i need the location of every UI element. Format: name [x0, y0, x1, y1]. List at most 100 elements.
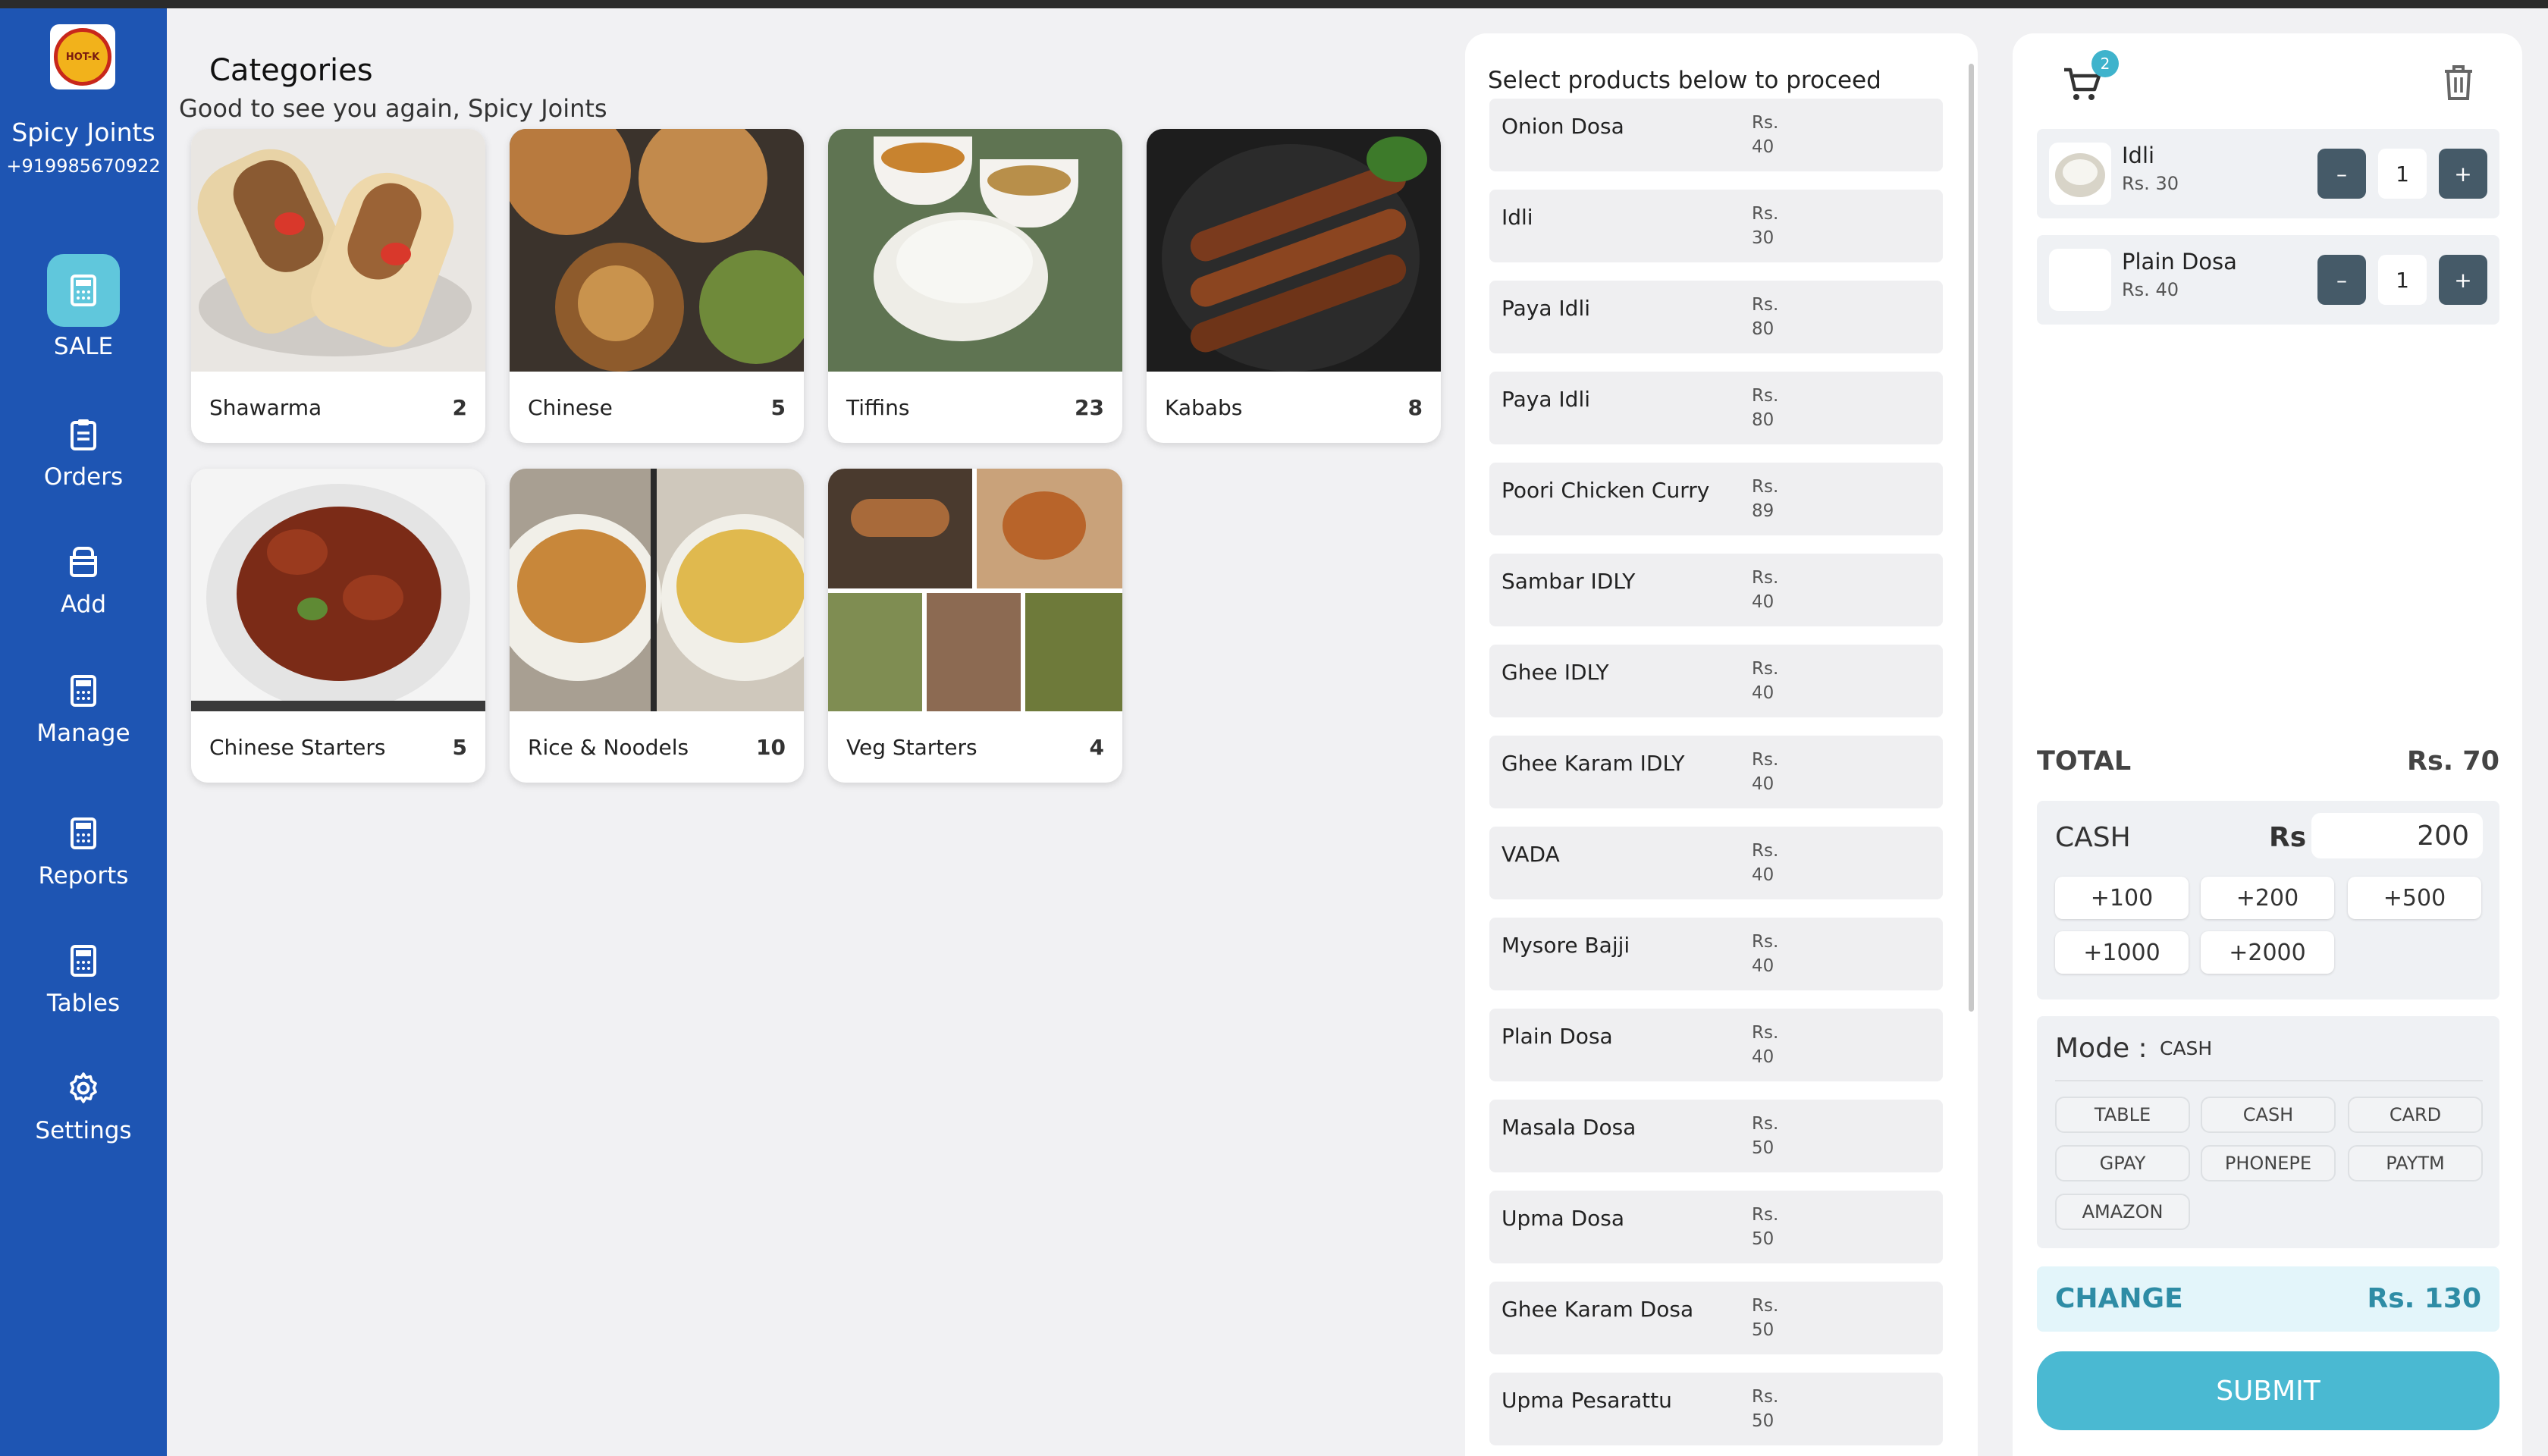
product-currency: Rs.	[1752, 386, 1779, 406]
decrease-qty-button[interactable]: –	[2317, 149, 2366, 199]
product-row[interactable]: Ghee Karam IDLY Rs. 40	[1489, 736, 1943, 808]
store-phone: +919985670922	[6, 155, 161, 177]
decrease-qty-button[interactable]: –	[2317, 255, 2366, 305]
quantity-value: 1	[2378, 255, 2427, 305]
page-title: Categories	[209, 53, 373, 88]
product-price: Rs. 89	[1752, 475, 1778, 523]
product-currency: Rs.	[1752, 841, 1779, 861]
product-row[interactable]: Paya Idli Rs. 80	[1489, 372, 1943, 444]
nav-tile	[47, 811, 120, 856]
nav-label: Manage	[36, 720, 130, 747]
product-price: Rs. 50	[1752, 1112, 1778, 1160]
mode-amazon-button[interactable]: AMAZON	[2055, 1194, 2190, 1230]
nav-label: Tables	[46, 990, 121, 1017]
product-name: Upma Dosa	[1502, 1206, 1625, 1231]
product-name: Masala Dosa	[1502, 1115, 1636, 1140]
product-name: Paya Idli	[1502, 387, 1591, 412]
mode-paytm-button[interactable]: PAYTM	[2348, 1145, 2483, 1181]
category-name: Tiffins	[846, 394, 910, 420]
cart-item-name: Plain Dosa	[2122, 249, 2237, 275]
product-row[interactable]: Upma Pesarattu Rs. 50	[1489, 1373, 1943, 1445]
category-name: Veg Starters	[846, 734, 977, 760]
product-row[interactable]: Onion Dosa Rs. 40	[1489, 99, 1943, 171]
product-currency: Rs.	[1752, 659, 1779, 679]
cart-item-price: Rs. 30	[2122, 173, 2179, 194]
product-price: Rs. 50	[1752, 1203, 1778, 1251]
chinese-starters-image	[191, 469, 485, 711]
trash-icon[interactable]	[2440, 62, 2477, 102]
quick-amount-100-button[interactable]: +100	[2055, 877, 2189, 919]
change-section: CHANGE Rs. 130	[2037, 1266, 2499, 1332]
nav-label: Orders	[43, 463, 124, 491]
quick-amount-500-button[interactable]: +500	[2348, 877, 2481, 919]
product-price-value: 40	[1752, 956, 1774, 976]
nav-item-manage[interactable]: Manage	[0, 668, 167, 747]
product-price-value: 40	[1752, 1047, 1774, 1067]
product-price-value: 40	[1752, 137, 1774, 157]
mode-table-button[interactable]: TABLE	[2055, 1097, 2190, 1133]
category-name: Kababs	[1165, 394, 1243, 420]
category-count: 23	[1075, 394, 1104, 420]
product-name: Sambar IDLY	[1502, 569, 1636, 594]
submit-button[interactable]: SUBMIT	[2037, 1351, 2499, 1430]
product-price-value: 30	[1752, 228, 1774, 248]
product-price: Rs. 40	[1752, 1021, 1778, 1069]
product-price-value: 80	[1752, 410, 1774, 430]
category-card-rice-noodels[interactable]: Rice & Noodels 10	[510, 469, 804, 783]
product-price: Rs. 30	[1752, 202, 1778, 250]
nav-item-add[interactable]: Add	[0, 539, 167, 618]
category-card-tiffins[interactable]: Tiffins 23	[828, 129, 1122, 443]
quick-amount-2000-button[interactable]: +2000	[2201, 931, 2334, 974]
category-card-shawarma[interactable]: Shawarma 2	[191, 129, 485, 443]
increase-qty-button[interactable]: +	[2439, 255, 2487, 305]
cash-currency: Rs	[2269, 822, 2307, 853]
product-currency: Rs.	[1752, 932, 1779, 952]
product-row[interactable]: Plain Dosa Rs. 40	[1489, 1009, 1943, 1081]
product-currency: Rs.	[1752, 477, 1779, 497]
product-row[interactable]: Ghee IDLY Rs. 40	[1489, 645, 1943, 717]
product-row[interactable]: Idli Rs. 30	[1489, 190, 1943, 262]
nav-label: Reports	[38, 862, 129, 890]
product-price: Rs. 40	[1752, 930, 1778, 978]
top-status-bar	[0, 0, 2548, 8]
product-price-value: 50	[1752, 1411, 1774, 1431]
product-row[interactable]: Upma Dosa Rs. 50	[1489, 1191, 1943, 1263]
product-name: Plain Dosa	[1502, 1024, 1613, 1049]
cash-amount-input[interactable]	[2311, 813, 2483, 858]
nav-item-orders[interactable]: Orders	[0, 412, 167, 491]
nav-item-settings[interactable]: Settings	[0, 1065, 167, 1144]
mode-card-button[interactable]: CARD	[2348, 1097, 2483, 1133]
product-row[interactable]: Mysore Bajji Rs. 40	[1489, 918, 1943, 990]
product-list-scrollbar[interactable]	[1969, 64, 1974, 1012]
product-row[interactable]: Masala Dosa Rs. 50	[1489, 1100, 1943, 1172]
logo-badge: HOT-K	[54, 28, 111, 86]
product-row[interactable]: Ghee Karam Dosa Rs. 50	[1489, 1282, 1943, 1354]
category-count: 4	[1089, 734, 1104, 760]
category-card-chinese[interactable]: Chinese 5	[510, 129, 804, 443]
product-row[interactable]: Paya Idli Rs. 80	[1489, 281, 1943, 353]
chinese-image	[510, 129, 804, 372]
product-row[interactable]: Poori Chicken Curry Rs. 89	[1489, 463, 1943, 535]
quick-amount-1000-button[interactable]: +1000	[2055, 931, 2189, 974]
category-card-chinese-starters[interactable]: Chinese Starters 5	[191, 469, 485, 783]
clipboard-icon	[71, 419, 96, 450]
mode-gpay-button[interactable]: GPAY	[2055, 1145, 2190, 1181]
product-row[interactable]: VADA Rs. 40	[1489, 827, 1943, 899]
mode-cash-button[interactable]: CASH	[2201, 1097, 2336, 1133]
kababs-image	[1147, 129, 1441, 372]
nav-tile	[47, 668, 120, 714]
nav-item-sale[interactable]: SALE	[0, 254, 167, 360]
product-currency: Rs.	[1752, 113, 1779, 133]
category-count: 10	[756, 734, 786, 760]
mode-phonepe-button[interactable]: PHONEPE	[2201, 1145, 2336, 1181]
nav-item-reports[interactable]: Reports	[0, 811, 167, 890]
category-card-kababs[interactable]: Kababs 8	[1147, 129, 1441, 443]
product-price: Rs. 80	[1752, 384, 1778, 432]
product-row[interactable]: Sambar IDLY Rs. 40	[1489, 554, 1943, 626]
category-card-veg-starters[interactable]: Veg Starters 4	[828, 469, 1122, 783]
product-currency: Rs.	[1752, 1205, 1779, 1225]
nav-item-tables[interactable]: Tables	[0, 938, 167, 1017]
cart-count-badge: 2	[2091, 50, 2119, 77]
quick-amount-200-button[interactable]: +200	[2201, 877, 2334, 919]
increase-qty-button[interactable]: +	[2439, 149, 2487, 199]
